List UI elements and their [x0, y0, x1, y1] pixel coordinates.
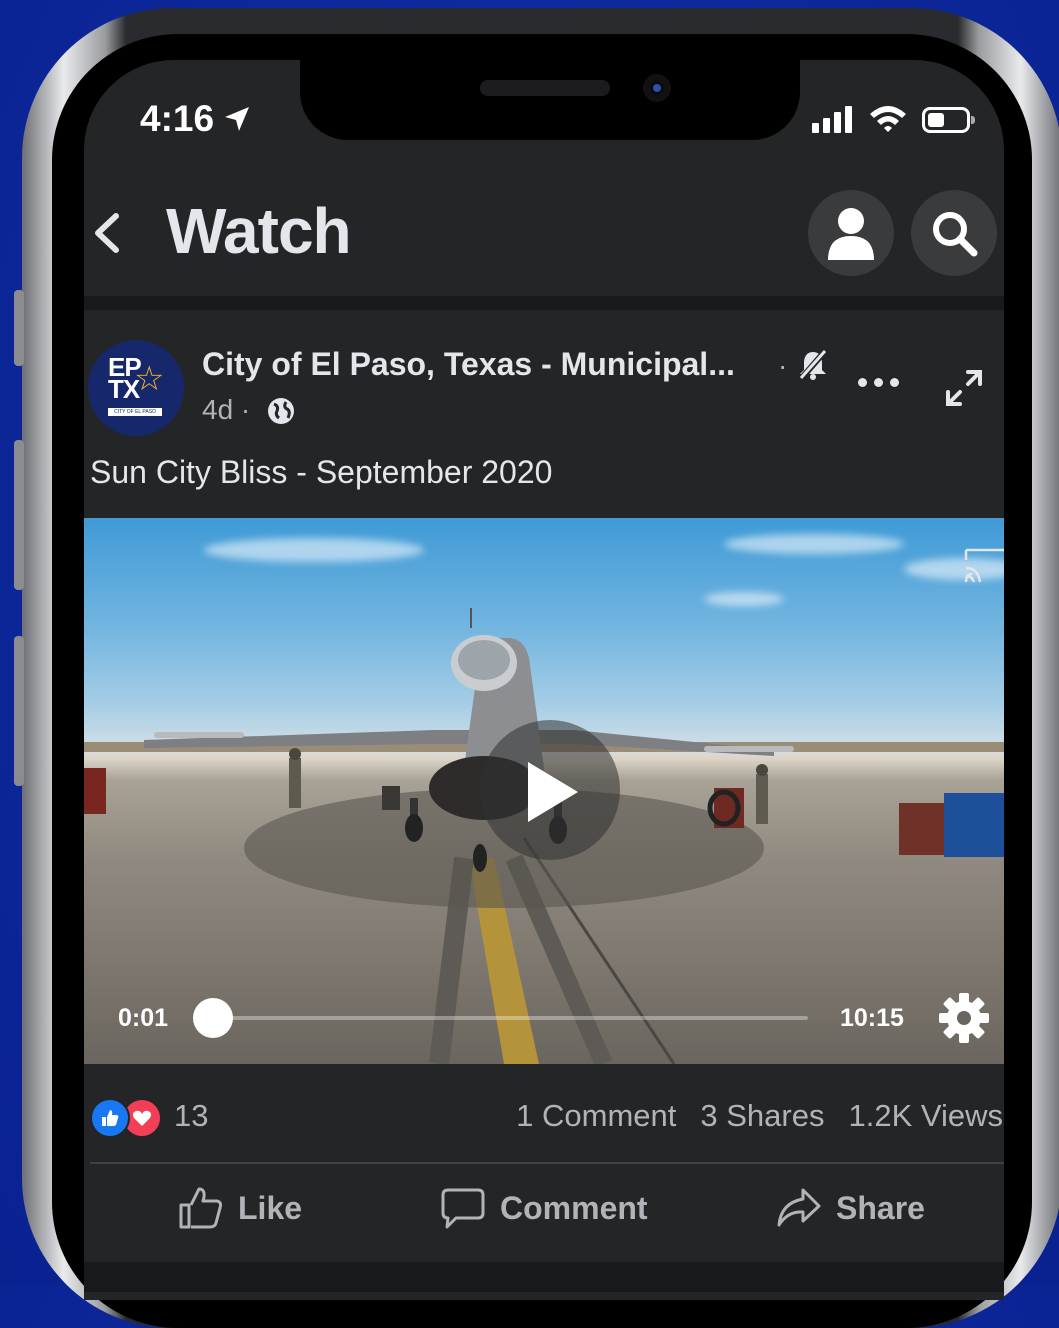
profile-icon: [828, 208, 874, 260]
comment-button[interactable]: Comment: [440, 1186, 648, 1230]
post-text: Sun City Bliss - September 2020: [90, 454, 553, 490]
profile-button[interactable]: [808, 190, 894, 276]
comment-count[interactable]: 1 Comment: [516, 1098, 676, 1134]
avatar[interactable]: EP TX ☆ CITY OF EL PASO: [88, 340, 184, 436]
back-chevron-icon[interactable]: [88, 212, 128, 254]
comment-icon: [441, 1188, 485, 1229]
divider: [90, 1162, 1004, 1164]
share-label: Share: [836, 1189, 925, 1226]
section-divider: [84, 296, 1004, 310]
volume-down-button: [14, 636, 24, 786]
mute-switch: [14, 290, 24, 366]
search-button[interactable]: [911, 190, 997, 276]
scrub-track[interactable]: [212, 1016, 808, 1020]
volume-up-button: [14, 440, 24, 590]
post-age: 4d ·: [202, 394, 251, 425]
globe-icon: [268, 398, 294, 424]
share-button[interactable]: Share: [776, 1186, 925, 1230]
front-camera: [643, 74, 671, 102]
gear-icon[interactable]: [938, 992, 990, 1044]
post-stats: 1 Comment 3 Shares 1.2K Views: [516, 1098, 1003, 1134]
share-icon: [777, 1188, 821, 1227]
notch: [300, 56, 800, 140]
play-icon[interactable]: [528, 762, 578, 822]
like-button[interactable]: Like: [178, 1186, 302, 1230]
comment-label: Comment: [500, 1189, 648, 1226]
reaction-count[interactable]: 13: [174, 1098, 208, 1134]
view-count: 1.2K Views: [848, 1098, 1003, 1133]
video-current-time: 0:01: [118, 1004, 169, 1032]
cast-icon[interactable]: [964, 548, 1004, 584]
video-duration: 10:15: [840, 1004, 904, 1032]
meta-separator: ·: [778, 350, 788, 381]
status-time: 4:16: [140, 98, 215, 139]
reactions[interactable]: [90, 1098, 162, 1138]
page-name-link[interactable]: City of El Paso, Texas - Municipal...: [202, 346, 735, 383]
share-count[interactable]: 3 Shares: [700, 1098, 824, 1134]
speaker: [480, 80, 610, 96]
battery-icon: [922, 107, 975, 133]
star-icon: ☆: [134, 360, 165, 398]
expand-icon[interactable]: [944, 368, 984, 408]
signal-icon: [812, 106, 852, 133]
like-label: Like: [238, 1189, 303, 1226]
page-title: Watch: [166, 195, 352, 267]
scrub-knob[interactable]: [193, 998, 233, 1038]
more-icon[interactable]: [858, 378, 899, 387]
section-divider: [84, 1262, 1004, 1292]
search-icon: [933, 212, 978, 257]
avatar-subtitle: CITY OF EL PASO: [108, 408, 162, 416]
like-reaction-icon: [90, 1098, 130, 1138]
like-icon: [179, 1187, 223, 1229]
bell-off-icon[interactable]: [796, 348, 830, 382]
wifi-icon: [870, 106, 906, 132]
location-arrow-icon: [225, 107, 249, 131]
